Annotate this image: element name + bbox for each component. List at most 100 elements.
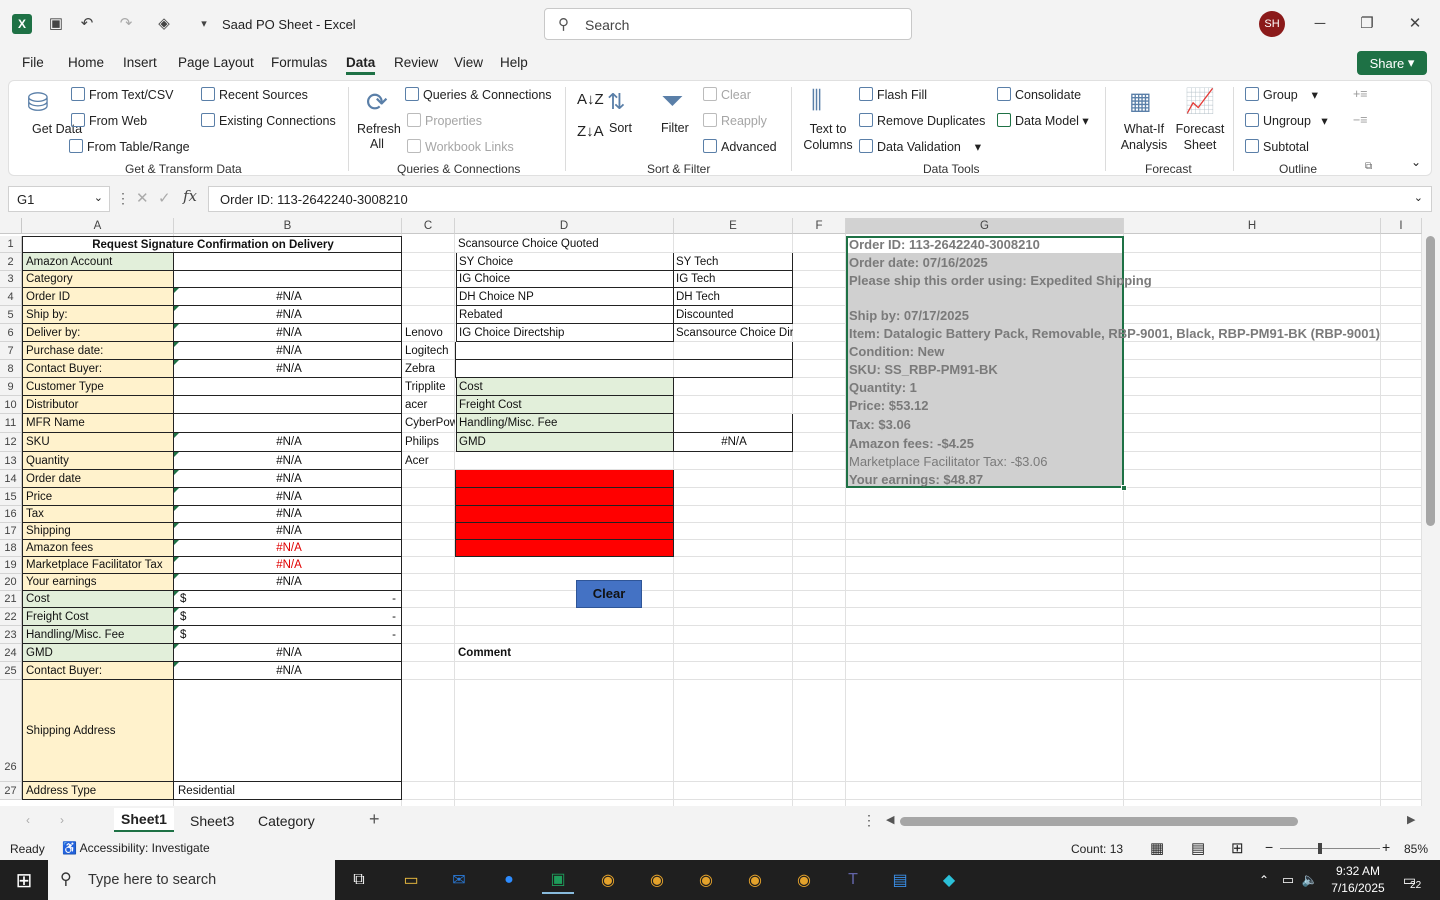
tab-page-layout[interactable]: Page Layout: [178, 55, 254, 70]
row-header[interactable]: 7: [0, 342, 22, 360]
chrome-icon[interactable]: ◉: [739, 866, 771, 894]
row-header[interactable]: 13: [0, 452, 22, 470]
advanced-button[interactable]: Advanced: [703, 139, 777, 154]
page-break-view-icon[interactable]: ⊞: [1231, 839, 1244, 857]
value-cell[interactable]: #N/A: [176, 574, 400, 591]
customize-qat-icon[interactable]: ▾: [193, 12, 215, 34]
normal-view-icon[interactable]: ▦: [1150, 839, 1164, 857]
brand-cell[interactable]: Lenovo: [403, 324, 455, 342]
file-explorer-icon[interactable]: ▭: [395, 866, 427, 894]
red-status-cell[interactable]: [455, 540, 674, 557]
chrome-icon[interactable]: ◉: [690, 866, 722, 894]
filter-button[interactable]: Filter: [661, 121, 689, 135]
row-header[interactable]: 15: [0, 488, 22, 506]
red-status-cell[interactable]: [455, 470, 674, 488]
row-header[interactable]: 18: [0, 540, 22, 557]
accessibility-button[interactable]: ♿ Accessibility: Investigate: [62, 841, 210, 855]
value-cell[interactable]: #N/A: [176, 470, 400, 488]
tab-view[interactable]: View: [454, 55, 483, 70]
red-status-cell[interactable]: [455, 506, 674, 523]
zoom-slider-thumb[interactable]: [1318, 843, 1322, 854]
dialog-launcher-icon[interactable]: ⧉: [1365, 161, 1372, 172]
zoom-level[interactable]: 85%: [1404, 842, 1428, 856]
chrome-icon[interactable]: ◉: [641, 866, 673, 894]
value-cell[interactable]: #N/A: [176, 506, 400, 523]
spreadsheet-grid[interactable]: A B C D E F G H I 1 2 3 4 5 6 7 8 9 10 11 12 13 14 15 16 17 18 19 20…: [0, 218, 1422, 806]
value-cell[interactable]: $: [176, 608, 400, 626]
vertical-scroll-thumb[interactable]: [1426, 236, 1435, 526]
value-cell[interactable]: #N/A: [176, 662, 400, 680]
value-cell[interactable]: #N/A: [176, 557, 400, 574]
option-cell[interactable]: Discounted: [674, 306, 793, 324]
label-cell[interactable]: Cost: [24, 591, 174, 608]
queries-connections-button[interactable]: Queries & Connections: [405, 87, 552, 102]
row-header[interactable]: 26: [0, 680, 22, 782]
label-cell[interactable]: Shipping: [24, 523, 174, 540]
clock-time[interactable]: 9:32 AM: [1330, 864, 1386, 878]
scroll-right-icon[interactable]: ▶: [1407, 813, 1415, 826]
header-cell[interactable]: Request Signature Confirmation on Delive…: [22, 236, 402, 253]
save-icon[interactable]: ▣: [45, 12, 67, 34]
label-cell[interactable]: SKU: [24, 433, 174, 452]
value-cell[interactable]: #N/A: [176, 306, 400, 324]
select-all-corner[interactable]: [0, 218, 22, 234]
row-header[interactable]: 5: [0, 306, 22, 324]
tab-review[interactable]: Review: [394, 55, 438, 70]
label-cell[interactable]: Address Type: [24, 782, 174, 800]
value-cell[interactable]: $: [176, 591, 400, 608]
insert-function-icon[interactable]: fx: [183, 187, 197, 205]
tab-help[interactable]: Help: [500, 55, 528, 70]
column-header[interactable]: G: [846, 218, 1124, 234]
properties-button[interactable]: Properties: [407, 113, 482, 128]
sort-az-icon[interactable]: A↓Z: [577, 91, 604, 108]
tab-split-icon[interactable]: ⋮: [862, 812, 876, 829]
vertical-scrollbar[interactable]: [1422, 218, 1440, 806]
text-to-columns-button[interactable]: Text to Columns: [801, 121, 855, 153]
tab-file[interactable]: File: [22, 55, 44, 70]
sheet-tab-sheet1[interactable]: Sheet1: [114, 808, 174, 832]
excel-taskbar-icon[interactable]: ▣: [542, 866, 574, 894]
label-cell[interactable]: Customer Type: [24, 378, 174, 396]
row-header[interactable]: 3: [0, 271, 22, 288]
label-cell[interactable]: GMD: [24, 644, 174, 662]
option-cell[interactable]: DH Choice NP: [456, 288, 674, 306]
teams-icon[interactable]: T: [837, 866, 869, 894]
brand-cell[interactable]: Acer: [403, 452, 455, 470]
column-header[interactable]: A: [22, 218, 174, 234]
formula-input[interactable]: Order ID: 113-2642240-3008210 ⌄: [208, 186, 1432, 212]
dash-cell[interactable]: -: [370, 626, 396, 644]
label-cell[interactable]: Category: [24, 271, 174, 288]
clear-filter-button[interactable]: Clear: [703, 87, 751, 102]
remove-duplicates-button[interactable]: Remove Duplicates: [859, 113, 985, 128]
brand-cell[interactable]: Tripplite: [403, 378, 455, 396]
column-header[interactable]: I: [1381, 218, 1422, 234]
dash-cell[interactable]: -: [370, 591, 396, 608]
notification-icon[interactable]: ▭ 22: [1396, 866, 1428, 894]
column-header[interactable]: D: [455, 218, 674, 234]
show-detail-icon[interactable]: +≡: [1353, 87, 1368, 101]
option-cell[interactable]: #N/A: [674, 433, 793, 452]
task-view-icon[interactable]: ⧉: [343, 866, 375, 894]
zoom-in-icon[interactable]: +: [1382, 839, 1390, 855]
row-header[interactable]: 25: [0, 662, 22, 680]
windows-start-icon[interactable]: ⊞: [8, 866, 40, 894]
option-cell[interactable]: Cost: [456, 378, 674, 396]
data-model-button[interactable]: Data Model ▾: [997, 113, 1089, 128]
option-cell[interactable]: Rebated: [456, 306, 674, 324]
taskbar-search[interactable]: ⚲ Type here to search: [48, 860, 335, 900]
cancel-icon[interactable]: ✕: [136, 189, 149, 207]
label-cell[interactable]: Shipping Address: [24, 680, 174, 782]
red-status-cell[interactable]: [455, 488, 674, 506]
search-input[interactable]: ⚲ Search: [544, 8, 912, 40]
reapply-button[interactable]: Reapply: [703, 113, 767, 128]
subtotal-button[interactable]: Subtotal: [1245, 139, 1309, 154]
value-cell[interactable]: #N/A: [176, 324, 400, 342]
row-header[interactable]: 17: [0, 523, 22, 540]
close-icon[interactable]: ✕: [1404, 12, 1426, 34]
row-header[interactable]: 9: [0, 378, 22, 396]
avatar[interactable]: SH: [1259, 11, 1285, 37]
hide-detail-icon[interactable]: −≡: [1353, 113, 1368, 127]
clock-date[interactable]: 7/16/2025: [1326, 881, 1390, 895]
label-cell[interactable]: Deliver by:: [24, 324, 174, 342]
value-cell[interactable]: $: [176, 626, 400, 644]
